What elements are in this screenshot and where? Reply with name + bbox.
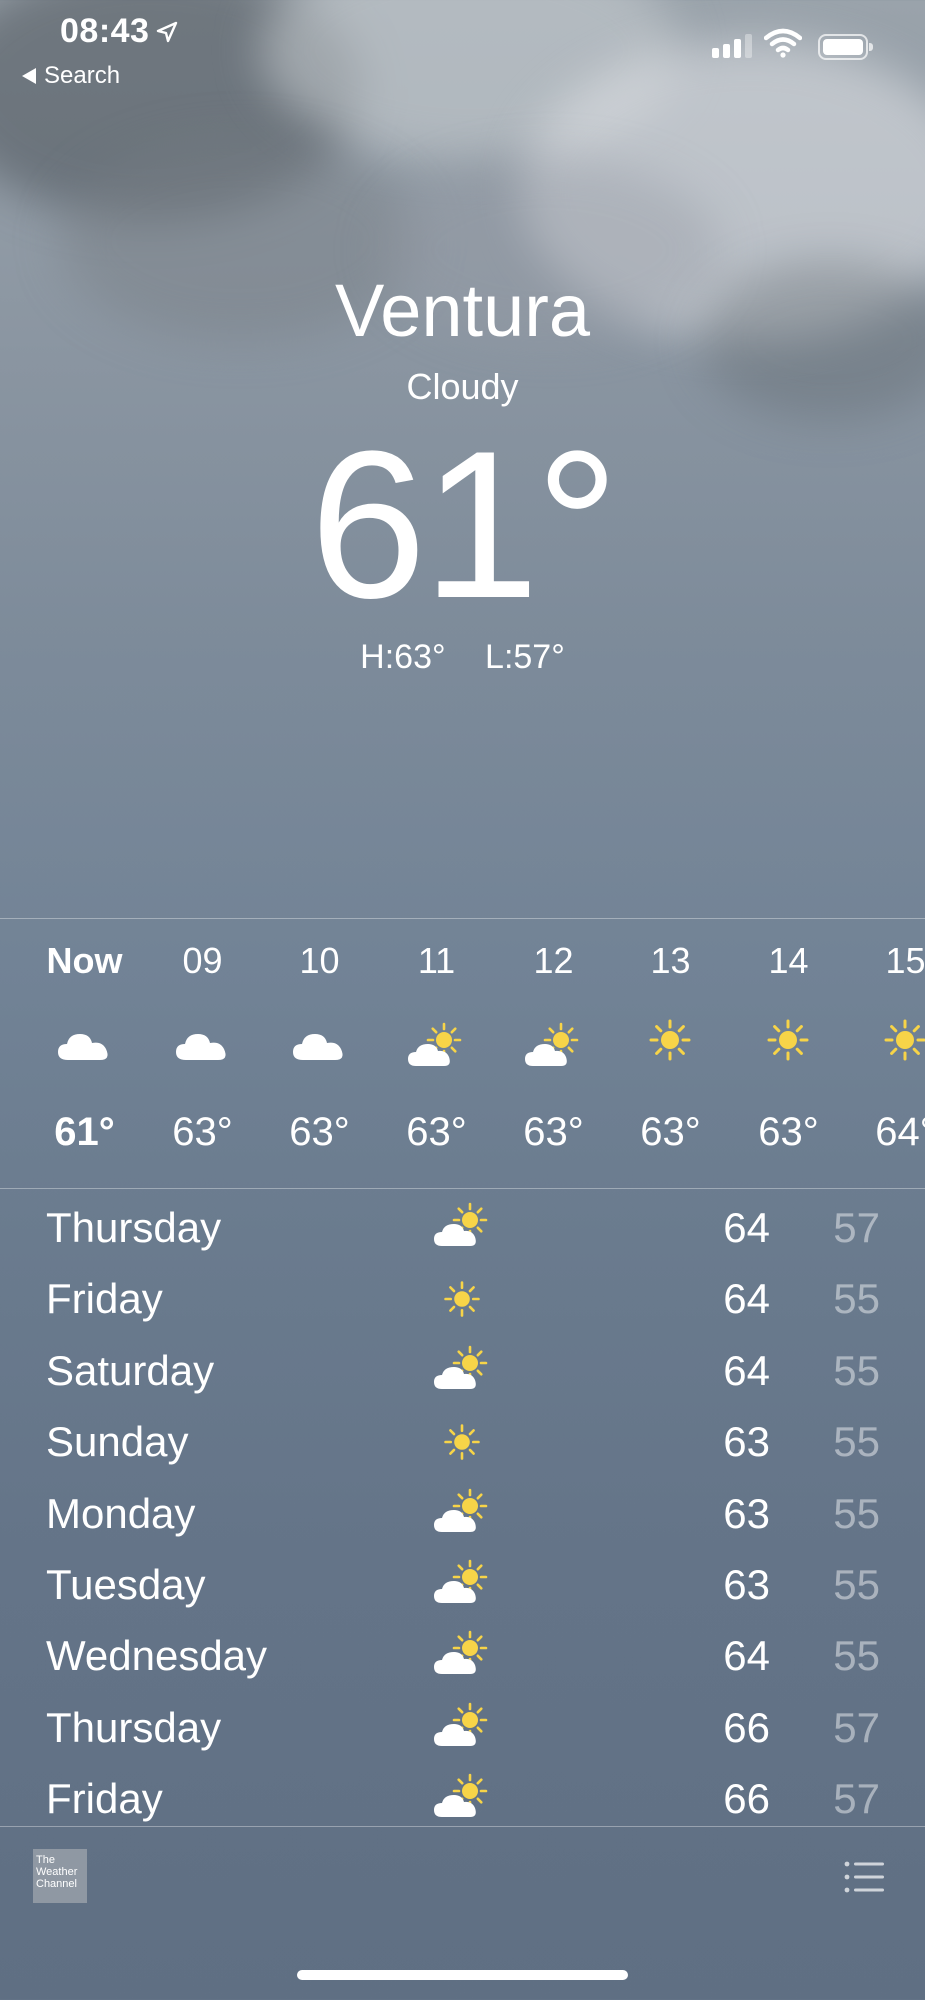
day-high: 66 xyxy=(723,1775,770,1823)
city-name: Ventura xyxy=(334,269,591,352)
logo-line-2: Weather xyxy=(36,1866,78,1878)
sun-icon xyxy=(432,1416,492,1468)
hour-temp: 61° xyxy=(54,1110,115,1154)
back-label: Search xyxy=(44,62,121,89)
day-low: 55 xyxy=(833,1561,880,1608)
weather-channel-logo[interactable]: The Weather Channel xyxy=(33,1849,87,1903)
hour-temp: 63° xyxy=(406,1110,467,1154)
partly-sunny-icon xyxy=(432,1488,492,1540)
daily-row: Saturday 64 55 xyxy=(0,1335,925,1407)
high-temp: H:63° xyxy=(360,638,446,676)
battery-icon xyxy=(818,34,873,60)
daily-forecast[interactable]: Thursday 64 57 Friday 64 55 Saturday 64 55 Sunday… xyxy=(0,1192,925,1826)
hour-temp: 63° xyxy=(758,1110,819,1154)
day-low: 55 xyxy=(833,1418,880,1466)
day-name: Sunday xyxy=(46,1418,189,1466)
day-name: Wednesday xyxy=(46,1632,268,1680)
hour-label: 13 xyxy=(650,940,691,981)
day-high: 64 xyxy=(723,1204,770,1251)
day-name: Saturday xyxy=(46,1346,215,1394)
day-low: 57 xyxy=(833,1703,880,1751)
list-icon[interactable] xyxy=(844,1860,884,1894)
hour-temp: 63° xyxy=(289,1110,350,1154)
hour-temp: 63° xyxy=(172,1110,233,1154)
day-name: Monday xyxy=(46,1489,196,1537)
hour-label: 15 xyxy=(885,940,925,981)
low-temp: L:57° xyxy=(485,638,565,676)
day-low: 55 xyxy=(833,1489,880,1537)
day-name: Tuesday xyxy=(46,1561,206,1608)
high-low: H:63° L:57° xyxy=(0,638,925,677)
day-low: 55 xyxy=(833,1346,880,1394)
day-high: 64 xyxy=(723,1275,770,1323)
day-high: 66 xyxy=(723,1703,770,1751)
partly-sunny-icon xyxy=(523,1018,583,1078)
daily-row: Sunday 63 55 xyxy=(0,1406,925,1478)
partly-sunny-icon xyxy=(432,1559,492,1611)
sun-icon xyxy=(640,1010,700,1070)
hour-temp: 63° xyxy=(523,1110,584,1154)
hour-label: 14 xyxy=(768,940,809,981)
partly-sunny-icon xyxy=(432,1630,492,1682)
back-triangle-icon xyxy=(22,68,36,84)
cloud-icon xyxy=(54,1026,114,1086)
day-low: 57 xyxy=(833,1775,880,1823)
daily-row: Thursday 66 57 xyxy=(0,1692,925,1764)
hour-label: 09 xyxy=(182,940,223,981)
cellular-signal-icon xyxy=(712,34,752,58)
current-condition: Cloudy xyxy=(406,366,519,407)
day-name: Thursday xyxy=(46,1204,222,1251)
hour-label: 12 xyxy=(533,940,574,981)
partly-sunny-icon xyxy=(406,1018,466,1078)
daily-row: Wednesday 64 55 xyxy=(0,1620,925,1692)
daily-row: Monday 63 55 xyxy=(0,1478,925,1550)
day-high: 63 xyxy=(723,1418,770,1466)
logo-line-3: Channel xyxy=(36,1878,77,1890)
logo-line-1: The xyxy=(36,1854,55,1866)
cloud-icon xyxy=(289,1026,349,1086)
partly-sunny-icon xyxy=(432,1202,492,1254)
day-high: 63 xyxy=(723,1489,770,1537)
wifi-icon xyxy=(764,28,802,58)
day-name: Thursday xyxy=(46,1703,222,1751)
sun-icon xyxy=(875,1010,925,1070)
partly-sunny-icon xyxy=(432,1702,492,1754)
day-high: 64 xyxy=(723,1346,770,1394)
divider-middle xyxy=(0,1188,925,1189)
status-bar: 08:43 Search xyxy=(0,0,925,110)
hour-temp: 63° xyxy=(640,1110,701,1154)
partly-sunny-icon xyxy=(432,1773,492,1825)
day-low: 55 xyxy=(833,1275,880,1323)
current-temperature: 61° xyxy=(309,407,620,642)
cloud-icon xyxy=(172,1026,232,1086)
hour-label: 10 xyxy=(299,940,340,981)
back-to-search-button[interactable]: Search xyxy=(22,62,120,90)
daily-row: Friday 64 55 xyxy=(0,1263,925,1335)
divider-bottom xyxy=(0,1826,925,1827)
status-time: 08:43 xyxy=(60,12,179,51)
hourly-forecast[interactable]: Now 61° 09 63° 10 63° 11 63° 12 63° 13 63° 14 63° 15 64… xyxy=(0,918,925,1188)
day-name: Friday xyxy=(46,1275,163,1323)
daily-row: Friday 66 57 xyxy=(0,1763,925,1826)
time-text: 08:43 xyxy=(60,12,150,50)
partly-sunny-icon xyxy=(432,1345,492,1397)
hour-temp: 64° xyxy=(875,1110,925,1154)
day-high: 64 xyxy=(723,1632,770,1680)
hour-label: 11 xyxy=(417,940,456,981)
hour-label: Now xyxy=(46,940,123,981)
daily-row: Tuesday 63 55 xyxy=(0,1549,925,1621)
day-low: 55 xyxy=(833,1632,880,1680)
sun-icon xyxy=(432,1273,492,1325)
day-low: 57 xyxy=(833,1204,880,1251)
daily-row: Thursday 64 57 xyxy=(0,1192,925,1264)
location-arrow-icon xyxy=(157,21,178,42)
day-high: 63 xyxy=(723,1561,770,1608)
home-indicator[interactable] xyxy=(297,1970,628,1980)
sun-icon xyxy=(758,1010,818,1070)
day-name: Friday xyxy=(46,1775,163,1823)
